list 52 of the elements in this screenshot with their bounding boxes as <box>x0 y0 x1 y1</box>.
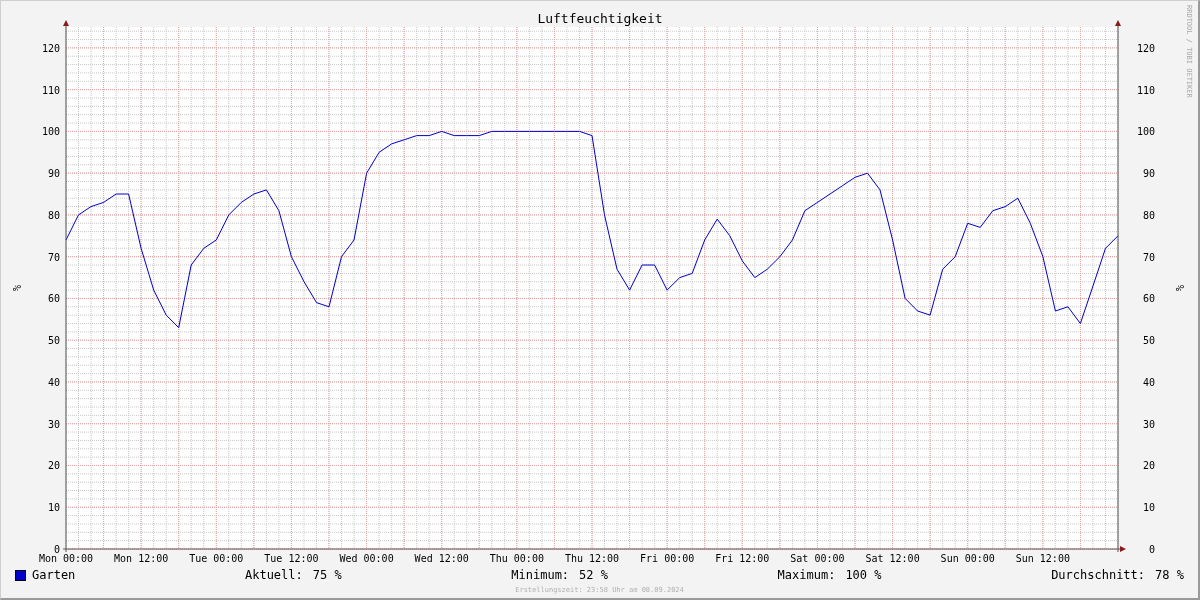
x-tick-label: Wed 12:00 <box>414 553 469 564</box>
chart-title: Luftfeuchtigkeit <box>537 11 663 26</box>
y-tick-label: 30 <box>47 418 60 430</box>
y-axis-unit: % <box>11 285 22 291</box>
x-tick-label: Mon 00:00 <box>38 553 94 564</box>
x-tick-label: Sun 12:00 <box>1015 553 1070 564</box>
y-tick-label: 50 <box>47 335 60 347</box>
y-tick-label: 40 <box>47 376 60 388</box>
y-tick-label: 30 <box>1142 418 1155 430</box>
y-tick-label: 0 <box>1148 544 1155 555</box>
y-tick-label: 40 <box>1142 376 1155 388</box>
y-tick-label: 90 <box>1142 168 1155 180</box>
x-tick-label: Wed 00:00 <box>339 553 394 564</box>
y-tick-label: 0 <box>53 544 60 555</box>
y-tick-label: 80 <box>47 209 60 221</box>
y-tick-label: 20 <box>1142 460 1155 472</box>
x-tick-label: Fri 12:00 <box>715 553 770 564</box>
x-tick-label: Thu 12:00 <box>564 553 620 564</box>
stat-value: 100 % <box>845 568 882 582</box>
y-tick-label: 110 <box>1136 84 1155 96</box>
x-tick-label: Tue 00:00 <box>189 553 244 564</box>
y-tick-label: 50 <box>1142 335 1155 347</box>
y-tick-label: 10 <box>1142 502 1155 514</box>
y-tick-label: 100 <box>1136 126 1155 138</box>
y-tick-label: 20 <box>47 460 60 472</box>
y-tick-label: 90 <box>47 168 60 180</box>
x-tick-label: Fri 00:00 <box>640 553 695 564</box>
x-tick-label: Sat 00:00 <box>790 553 845 564</box>
stat-label: Maximum: <box>777 568 836 582</box>
y-tick-label: 100 <box>41 126 60 138</box>
stat-label: Minimum: <box>511 568 570 582</box>
y-tick-label: 120 <box>41 42 60 54</box>
x-tick-label: Sun 00:00 <box>940 553 995 564</box>
y-axis-unit: % <box>1174 285 1185 291</box>
x-tick-label: Sat 12:00 <box>865 553 920 564</box>
legend-label: Garten <box>32 568 76 582</box>
stat-label: Durchschnitt: <box>1051 568 1146 582</box>
y-tick-label: 120 <box>1136 42 1155 54</box>
y-tick-label: 60 <box>1142 293 1155 305</box>
stat-value: 78 % <box>1155 568 1184 582</box>
y-tick-label: 110 <box>41 84 60 96</box>
y-tick-label: 70 <box>47 251 60 263</box>
y-tick-label: 80 <box>1142 209 1155 221</box>
x-tick-label: Tue 12:00 <box>264 553 319 564</box>
y-tick-label: 60 <box>47 293 60 305</box>
stat-value: 52 % <box>579 568 608 582</box>
x-tick-label: Mon 12:00 <box>114 553 169 564</box>
stat-value: 75 % <box>312 568 342 582</box>
x-tick-label: Thu 00:00 <box>489 553 544 564</box>
stat-label: Aktuell: <box>244 568 303 582</box>
y-tick-label: 10 <box>47 502 60 514</box>
y-tick-label: 70 <box>1142 251 1155 263</box>
